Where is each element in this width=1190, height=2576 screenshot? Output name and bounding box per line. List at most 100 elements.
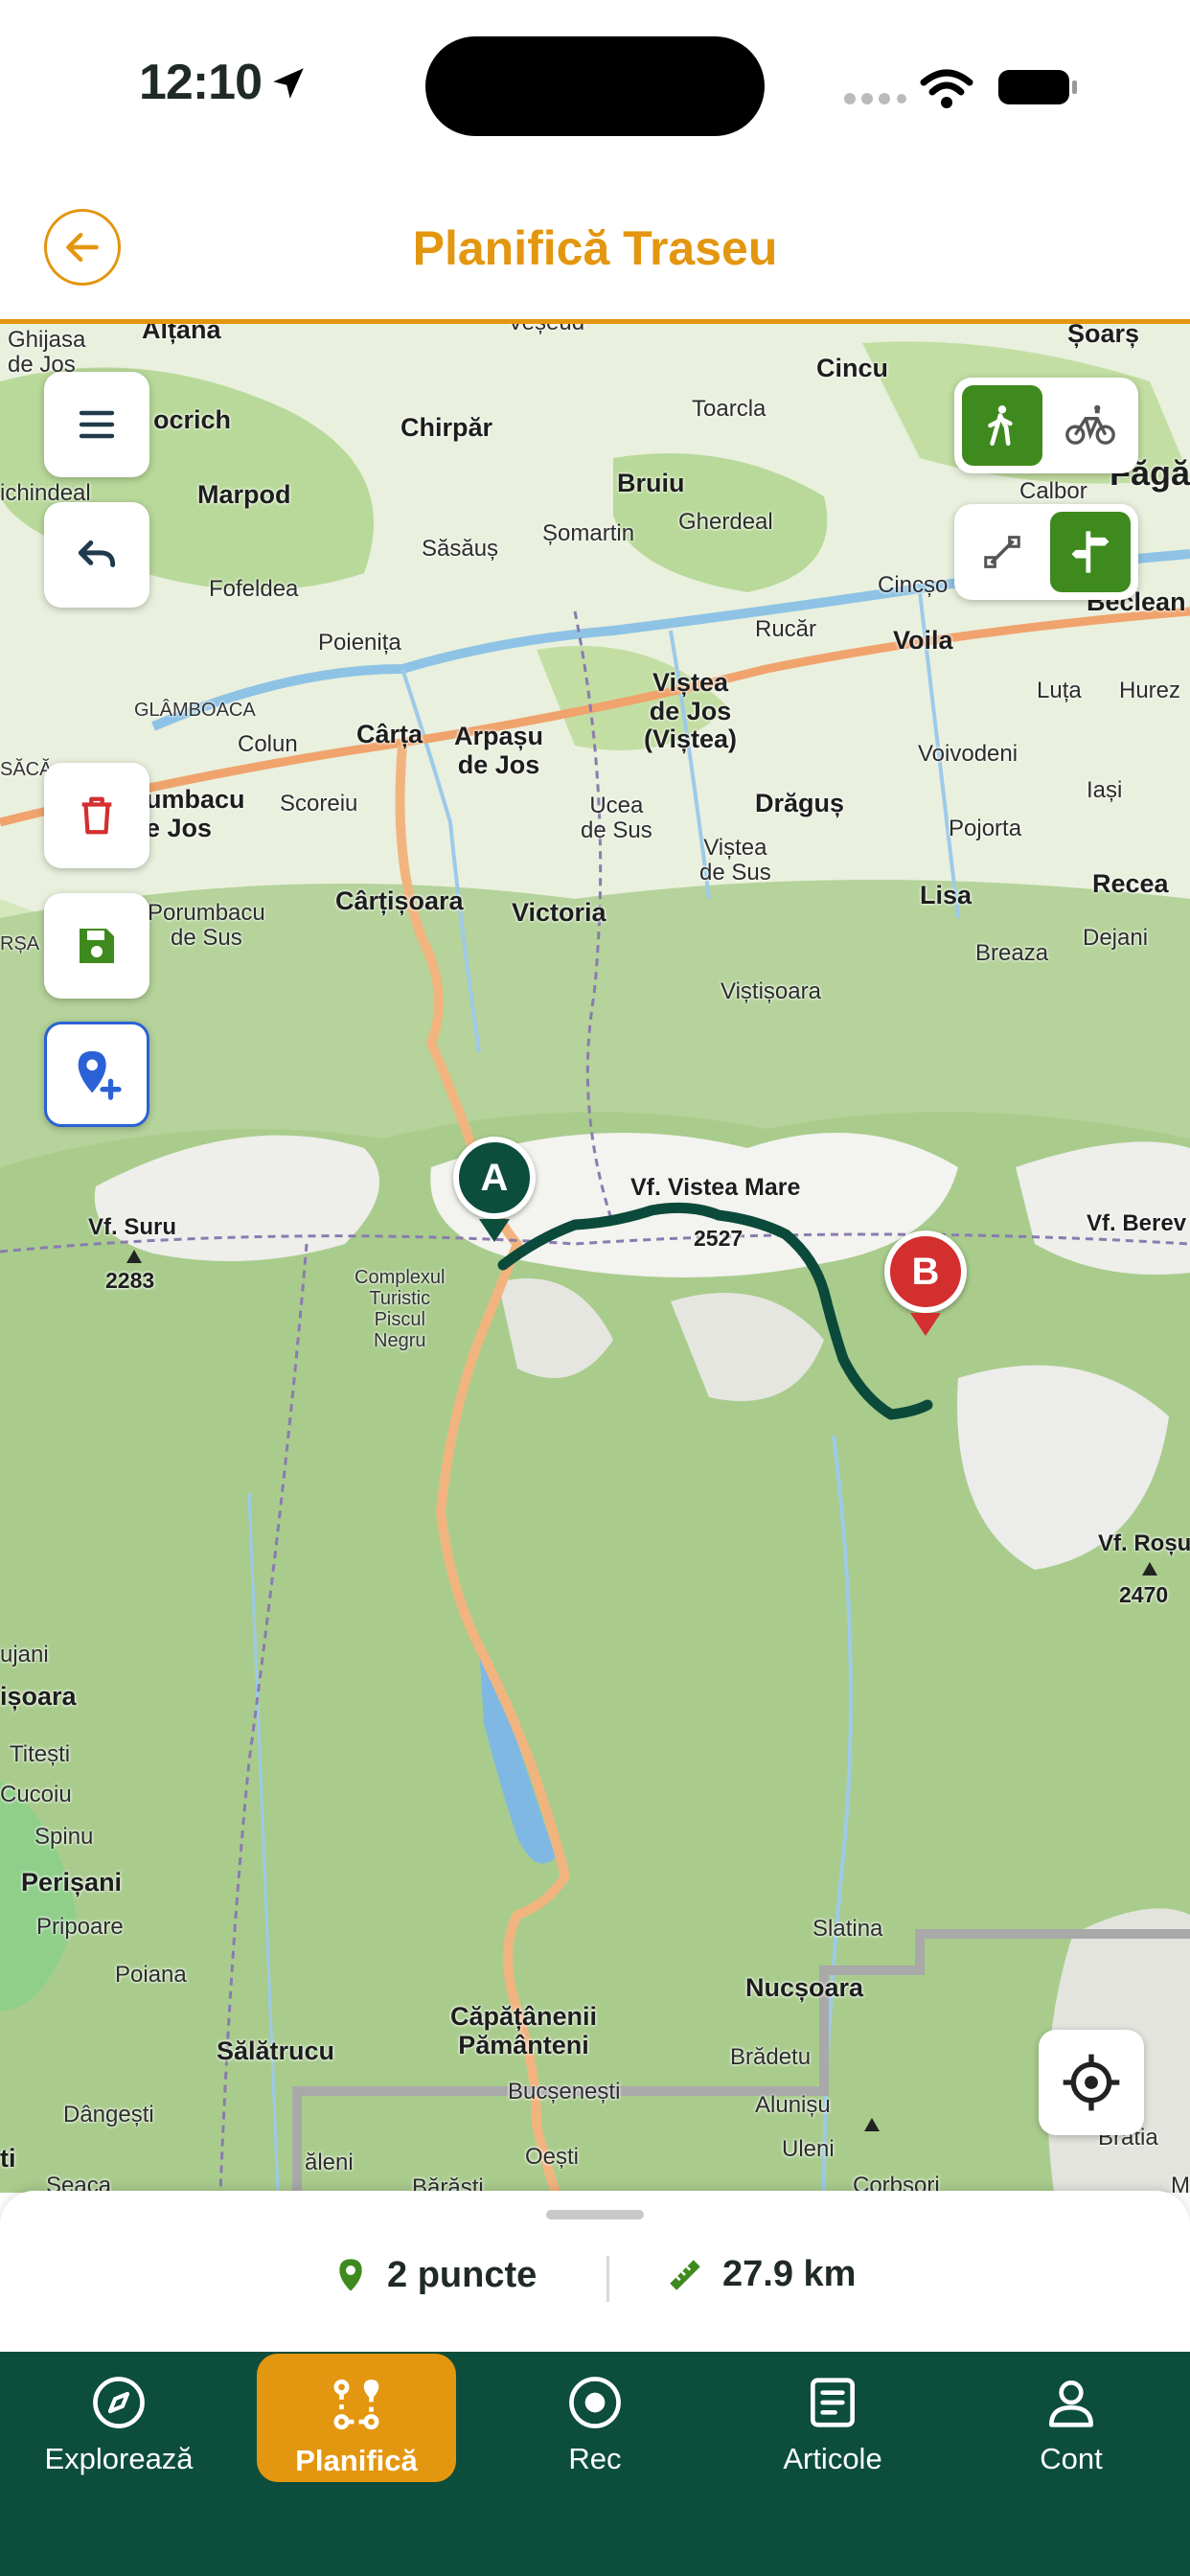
locate-me-button[interactable]	[1039, 2030, 1144, 2135]
map-label: Marpod	[197, 480, 291, 509]
sheet-drag-handle[interactable]	[546, 2210, 644, 2220]
map-label: Nucșoara	[745, 1973, 864, 2002]
delete-route-button[interactable]	[44, 763, 149, 868]
map-label: Ghijasa de Jos	[8, 327, 86, 379]
map-label: Iași	[1087, 777, 1123, 803]
map-label: 2283	[105, 1268, 155, 1293]
route-end-marker[interactable]: B	[884, 1230, 967, 1313]
map-label: Cincu	[816, 354, 889, 382]
straight-line-mode-button[interactable]	[962, 512, 1042, 592]
map-label: 2527	[694, 1226, 744, 1251]
tab-exploreaza[interactable]: Explorează	[0, 2352, 238, 2486]
map-label: Vf. Vistea Mare	[630, 1174, 801, 1201]
map-pin-plus-icon	[78, 1050, 122, 1100]
save-route-button[interactable]	[44, 893, 149, 999]
map-label: Cincșo	[878, 572, 949, 598]
dynamic-island	[425, 36, 765, 136]
record-icon	[569, 2377, 621, 2428]
hamburger-menu-icon	[79, 410, 115, 439]
article-icon	[811, 2378, 855, 2427]
location-pin-icon	[339, 2259, 362, 2291]
map-label: Voivodeni	[918, 741, 1018, 767]
tab-label: Rec	[568, 2442, 622, 2475]
map-label: Drăguș	[755, 789, 845, 817]
map-label: Dejani	[1083, 925, 1149, 951]
map-label: Vf. Roșu	[1098, 1530, 1190, 1556]
map-label: Șomartin	[542, 520, 635, 546]
add-waypoint-button[interactable]	[44, 1022, 149, 1127]
bike-mode-button[interactable]	[1050, 385, 1131, 466]
map-label: Breaza	[975, 940, 1049, 966]
map-label: Toarcla	[692, 396, 767, 422]
map-label: RȘA	[0, 933, 40, 954]
straight-line-icon	[984, 536, 1020, 568]
map-label: Șoarș	[1067, 324, 1140, 348]
map-label: Viștea de Jos (Viștea)	[644, 668, 738, 754]
menu-button[interactable]	[44, 372, 149, 477]
trail-mode-button[interactable]	[1050, 512, 1131, 592]
map-label: Recea	[1092, 869, 1169, 898]
map-label: Fofeldea	[209, 576, 299, 602]
stat-divider	[606, 2256, 609, 2302]
bicycle-icon	[1065, 404, 1115, 445]
map-label: Slatina	[812, 1916, 883, 1942]
tab-label: Explorează	[44, 2442, 194, 2475]
app-header: Planifică Traseu	[0, 172, 1190, 324]
routing-mode-toggle	[954, 504, 1138, 600]
compass-icon	[93, 2377, 145, 2428]
route-summary-sheet[interactable]: 2 puncte 27.9 km	[0, 2191, 1190, 2354]
map-label: Lisa	[920, 881, 973, 909]
status-time: 12:10	[139, 55, 263, 110]
tab-label: Planifică	[295, 2444, 418, 2477]
map-label: Brădetu	[730, 2044, 812, 2070]
map-label: Bucșenești	[508, 2079, 621, 2104]
map-label: Gherdeal	[678, 509, 773, 535]
location-arrow-icon	[273, 68, 304, 99]
map-label: Cârța	[356, 720, 423, 748]
tab-planifica[interactable]: Planifică	[257, 2354, 456, 2482]
tab-label: Articole	[783, 2442, 882, 2475]
map-label: Pojorta	[949, 816, 1022, 841]
map-label: Săsăuș	[422, 536, 499, 562]
map-label: Poiana	[115, 1962, 187, 1988]
map-label: Spinu	[34, 1824, 94, 1850]
floppy-disk-icon	[80, 929, 114, 963]
map-label: ocrich	[153, 405, 232, 434]
map-label: Colun	[238, 731, 298, 757]
map-label: M	[1171, 2173, 1190, 2193]
page-title: Planifică Traseu	[412, 221, 778, 275]
map-label: Victoria	[512, 898, 606, 927]
map-label: Calbor	[1019, 478, 1087, 504]
map-label: Rucăr	[755, 616, 817, 642]
undo-button[interactable]	[44, 502, 149, 608]
tab-cont[interactable]: Cont	[952, 2352, 1190, 2486]
crosshair-icon	[1063, 2054, 1120, 2111]
map-label: ujani	[0, 1642, 49, 1668]
tab-articole[interactable]: Articole	[714, 2352, 951, 2486]
hiker-icon	[988, 405, 1013, 447]
map-label: GLÂMBOACA	[134, 700, 256, 721]
route-end-marker-tail	[910, 1313, 941, 1336]
trash-icon	[81, 796, 112, 835]
hike-mode-button[interactable]	[962, 385, 1042, 466]
points-count: 2 puncte	[387, 2254, 538, 2295]
map-label: Corbșori	[853, 2173, 940, 2193]
tab-rec[interactable]: Rec	[476, 2352, 714, 2486]
signal-icon	[844, 93, 906, 104]
route-start-marker[interactable]: A	[453, 1137, 536, 1219]
map-label: Vf. Berev	[1087, 1210, 1187, 1236]
map-view[interactable]: Ghijasa de Jos Alțâna Veșeud Cincu Șoarș…	[0, 324, 1190, 2193]
map-label: Bruiu	[617, 469, 685, 497]
route-start-marker-tail	[479, 1219, 510, 1242]
battery-icon	[998, 70, 1077, 104]
user-icon	[1049, 2380, 1093, 2427]
map-label: Porumbacu de Sus	[148, 900, 265, 952]
map-label: Arpașu de Jos	[454, 722, 544, 779]
map-label: Oești	[525, 2144, 580, 2170]
map-label: ti	[0, 2144, 16, 2173]
map-label: umbacu e Jos	[146, 785, 245, 842]
map-label: ișoara	[0, 1682, 77, 1711]
map-label: Pripoare	[36, 1914, 124, 1940]
map-label: Vf. Suru	[88, 1214, 177, 1240]
map-label: Hurez	[1119, 678, 1181, 703]
